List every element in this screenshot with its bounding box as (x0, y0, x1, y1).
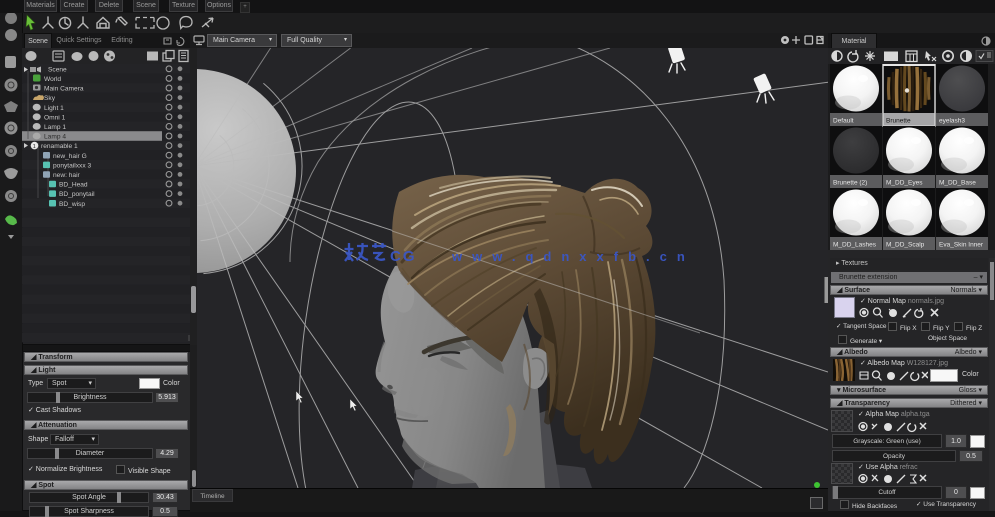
svg-text:Light 1: Light 1 (44, 105, 64, 112)
svg-text:M_DD_Base: M_DD_Base (939, 180, 976, 187)
svg-text:M_DD_Scalp: M_DD_Scalp (886, 242, 925, 249)
svg-text:Main Camera: Main Camera (44, 86, 84, 93)
svg-text:Lamp 1: Lamp 1 (44, 124, 66, 131)
svg-text:BD_wisp: BD_wisp (59, 201, 85, 208)
svg-text:Omni 1: Omni 1 (44, 114, 66, 121)
svg-text:M_DD_Eyes: M_DD_Eyes (886, 180, 923, 187)
svg-text:new: hair: new: hair (53, 172, 81, 179)
svg-text:CG: CG (390, 248, 417, 265)
svg-text:BD_ponytail: BD_ponytail (59, 191, 95, 198)
svg-text:Lamp 4: Lamp 4 (44, 134, 66, 141)
svg-text:renamable 1: renamable 1 (41, 143, 78, 150)
svg-text:Scene: Scene (48, 66, 67, 73)
svg-text:Brunette (2): Brunette (2) (833, 180, 867, 187)
svg-text:World: World (44, 76, 61, 83)
svg-text:BD_Head: BD_Head (59, 182, 88, 189)
svg-text:new_hair G: new_hair G (53, 153, 87, 160)
svg-text:Eva_Skin Inner: Eva_Skin Inner (939, 242, 984, 249)
svg-text:Default: Default (833, 118, 854, 125)
svg-text:Sky: Sky (44, 95, 56, 102)
svg-text:www.qdnxxfb.cn: www.qdnxxfb.cn (451, 249, 695, 264)
svg-text:1: 1 (33, 144, 36, 150)
svg-text:eyelash3: eyelash3 (939, 118, 965, 125)
svg-text:ponytailxxx 3: ponytailxxx 3 (53, 162, 91, 169)
svg-text:Brunette: Brunette (886, 118, 911, 125)
svg-text:M_DD_Lashes: M_DD_Lashes (833, 242, 877, 249)
